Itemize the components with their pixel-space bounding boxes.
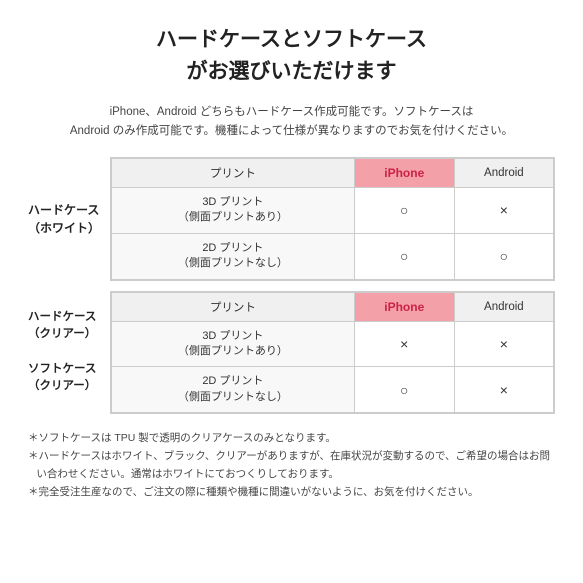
table-row: 2D プリント（側面プリントなし） ○ × [112, 367, 554, 413]
table2-col-android: Android [454, 292, 553, 321]
table-row: 3D プリント（側面プリントあり） ○ × [112, 187, 554, 233]
table2-wrapper: プリント iPhone Android 3D プリント（側面プリントあり） × … [110, 291, 555, 415]
table2-row2-iphone: ○ [354, 367, 454, 413]
table1-row1-label: 3D プリント（側面プリントあり） [112, 187, 355, 233]
table1-col-android: Android [454, 158, 553, 187]
table1-col-iphone: iPhone [354, 158, 454, 187]
table2: プリント iPhone Android 3D プリント（側面プリントあり） × … [111, 292, 554, 414]
notes-area: ＊ソフトケースは TPU 製で透明のクリアケースのみとなります。 ＊ハードケース… [28, 430, 555, 501]
table2-row1-label: 3D プリント（側面プリントあり） [112, 321, 355, 367]
page-container: ハードケースとソフトケース がお選びいただけます iPhone、Android … [0, 0, 583, 583]
table2-col-iphone: iPhone [354, 292, 454, 321]
table1-row-label: ハードケース（ホワイト） [28, 157, 110, 281]
table1: プリント iPhone Android 3D プリント（側面プリントあり） ○ … [111, 158, 554, 280]
table1-row2-label: 2D プリント（側面プリントなし） [112, 233, 355, 279]
table2-row1-android: × [454, 321, 553, 367]
table-block-1: ハードケース（ホワイト） プリント iPhone Android 3D プリント… [28, 157, 555, 281]
table2-row2-android: × [454, 367, 553, 413]
table2-row2-label: 2D プリント（側面プリントなし） [112, 367, 355, 413]
table1-row1-iphone: ○ [354, 187, 454, 233]
title-line1: ハードケースとソフトケース [156, 28, 427, 51]
table1-row2-iphone: ○ [354, 233, 454, 279]
tables-area: ハードケース（ホワイト） プリント iPhone Android 3D プリント… [28, 157, 555, 414]
table-block-2: ハードケース（クリアー）ソフトケース（クリアー） プリント iPhone And… [28, 291, 555, 415]
table1-wrapper: プリント iPhone Android 3D プリント（側面プリントあり） ○ … [110, 157, 555, 281]
table2-row1-iphone: × [354, 321, 454, 367]
table2-col-print: プリント [112, 292, 355, 321]
table-row: 2D プリント（側面プリントなし） ○ ○ [112, 233, 554, 279]
page-title: ハードケースとソフトケース がお選びいただけます [28, 24, 555, 91]
subtitle-text: iPhone、Android どちらもハードケース作成可能です。ソフトケースはA… [28, 103, 555, 141]
title-line2: がお選びいただけます [187, 60, 397, 83]
table2-row-label: ハードケース（クリアー）ソフトケース（クリアー） [28, 291, 110, 415]
note-2: ＊ハードケースはホワイト、ブラック、クリアーがありますが、在庫状況が変動するので… [28, 448, 555, 484]
table1-row2-android: ○ [454, 233, 553, 279]
table-row: 3D プリント（側面プリントあり） × × [112, 321, 554, 367]
note-1: ＊ソフトケースは TPU 製で透明のクリアケースのみとなります。 [28, 430, 555, 448]
note-3: ＊完全受注生産なので、ご注文の際に種類や機種に間違いがないように、お気を付けくだ… [28, 484, 555, 502]
table1-row1-android: × [454, 187, 553, 233]
table1-col-print: プリント [112, 158, 355, 187]
